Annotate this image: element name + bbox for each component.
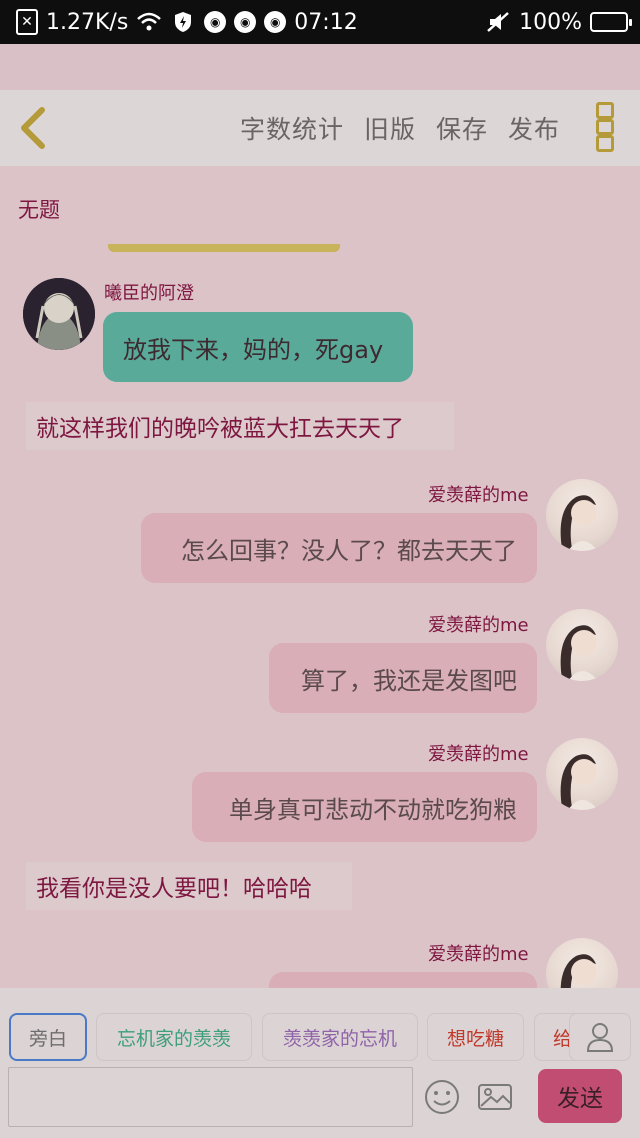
document-title[interactable]: 无题 (18, 194, 60, 224)
message-bubble[interactable]: 算了，我还是发图吧 (269, 643, 537, 713)
more-icon-dot (596, 118, 614, 136)
app-notification-icon: ◉ (264, 11, 287, 33)
avatar[interactable] (546, 609, 618, 681)
message-bubble[interactable]: 放我下来，妈的，死gay (103, 312, 413, 382)
girl-avatar-icon (560, 495, 598, 551)
girl-avatar-icon (560, 625, 598, 681)
clock: 07:12 (294, 9, 358, 35)
sender-name: 爱羡薛的me (428, 944, 529, 965)
emoji-button[interactable] (423, 1078, 461, 1116)
battery-level: 100% (519, 9, 582, 35)
role-chip[interactable]: 忘机家的羡羡 (96, 1013, 252, 1061)
editor-toolbar: 字数统计 旧版 保存 发布 (0, 90, 640, 166)
more-icon-dot (596, 102, 614, 119)
message-bubble[interactable]: 单身真可悲动不动就吃狗粮 (192, 772, 537, 842)
message-input[interactable] (8, 1067, 413, 1127)
sim-off-icon: ✕ (16, 9, 38, 35)
composer-panel: 旁白 忘机家的羡羡 羡羡家的忘机 想吃糖 给 发送 (0, 988, 640, 1138)
role-chip[interactable]: 想吃糖 (427, 1013, 524, 1061)
word-count-button[interactable]: 字数统计 (240, 110, 344, 146)
mute-icon (485, 11, 511, 33)
emoji-icon (425, 1080, 459, 1114)
chat-area[interactable]: 无题 曦臣的阿澄 放我下来，妈的，死gay 就这样我们的晚吟被蓝大扛去天天了 爱… (0, 166, 640, 988)
user-icon (586, 1023, 614, 1052)
old-version-button[interactable]: 旧版 (364, 110, 416, 146)
image-button[interactable] (476, 1078, 514, 1116)
message-bubble[interactable]: 怎么回事？没人了？都去天天了 (141, 513, 537, 583)
narration-message[interactable]: 就这样我们的晚吟被蓝大扛去天天了 (26, 402, 454, 450)
avatar[interactable] (546, 479, 618, 551)
role-chip-label: 旁白 (28, 1027, 67, 1050)
send-button[interactable]: 发送 (538, 1069, 622, 1123)
section-divider (108, 244, 340, 252)
sender-name: 爱羡薛的me (428, 485, 529, 506)
sender-name: 曦臣的阿澄 (104, 283, 194, 304)
status-bar: ✕ 1.27K/s ◉ ◉ ◉ 07:12 100% (0, 0, 640, 44)
sender-name: 爱羡薛的me (428, 744, 529, 765)
role-chip-label: 羡羡家的忘机 (282, 1027, 397, 1050)
more-menu-button[interactable] (596, 102, 616, 153)
network-speed: 1.27K/s (46, 9, 129, 35)
avatar[interactable] (546, 938, 618, 988)
more-icon-dot (596, 135, 614, 153)
app-notification-icon: ◉ (204, 11, 227, 33)
save-button[interactable]: 保存 (436, 110, 488, 146)
app-notification-icon: ◉ (234, 11, 257, 33)
role-chip-narrator[interactable]: 旁白 (9, 1013, 87, 1061)
role-chip-label: 忘机家的羡羡 (116, 1027, 231, 1050)
toolbar-actions: 字数统计 旧版 保存 发布 (240, 90, 560, 166)
avatar[interactable] (23, 278, 95, 350)
girl-avatar-icon (560, 954, 597, 988)
shield-icon (170, 11, 196, 33)
character-avatar-icon (23, 278, 95, 350)
narration-message[interactable]: 我看你是没人要吧！哈哈哈 (26, 862, 352, 910)
role-manager-button[interactable] (569, 1013, 631, 1061)
header-spacer (0, 44, 640, 90)
avatar[interactable] (546, 738, 618, 810)
publish-button[interactable]: 发布 (508, 110, 560, 146)
message-bubble[interactable] (269, 972, 537, 988)
chevron-left-icon (21, 107, 45, 149)
sender-name: 爱羡薛的me (428, 615, 529, 636)
image-icon (478, 1084, 512, 1110)
wifi-icon (136, 11, 162, 33)
role-chip-label: 想吃糖 (446, 1027, 504, 1050)
back-button[interactable] (14, 104, 54, 152)
girl-avatar-icon (560, 754, 598, 810)
role-chip[interactable]: 羡羡家的忘机 (262, 1013, 418, 1061)
battery-icon (590, 12, 632, 32)
